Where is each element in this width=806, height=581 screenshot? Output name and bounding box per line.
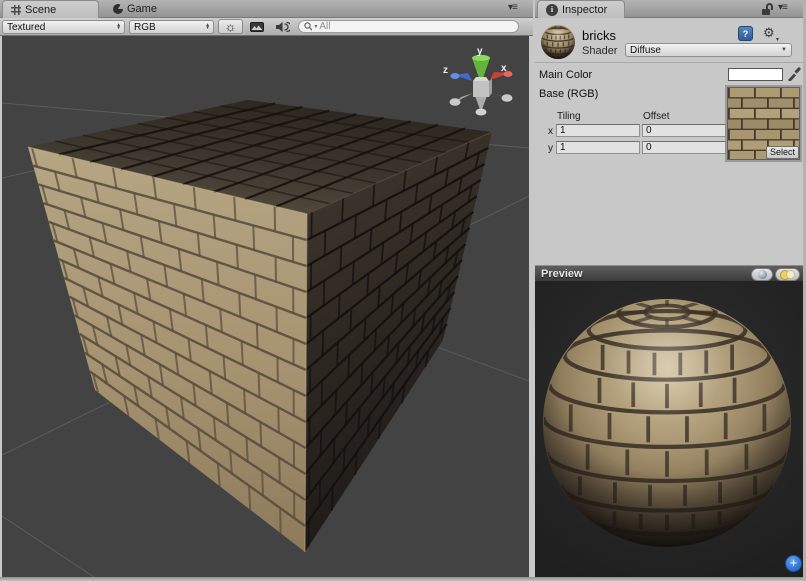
inspector-tabstrip: i Inspector ▾≡: [535, 0, 803, 18]
preview-area[interactable]: +: [535, 282, 803, 577]
scene-3d-canvas: y x z: [2, 36, 529, 577]
window-frame-bottom: [0, 577, 806, 581]
eyedropper-icon[interactable]: [787, 66, 801, 81]
skybox-fx-button[interactable]: [245, 19, 269, 34]
tiling-header: Tiling: [557, 111, 581, 122]
search-icon: [304, 22, 312, 31]
gizmo-z-label: z: [443, 65, 448, 76]
shader-dropdown[interactable]: Diffuse ▼: [625, 43, 792, 57]
game-icon: [113, 4, 123, 14]
shader-label: Shader: [582, 45, 617, 57]
gear-caret-icon: ▾: [776, 36, 779, 43]
gear-icon[interactable]: ⚙: [763, 26, 775, 39]
axis-gizmo[interactable]: y x z: [443, 46, 513, 116]
updown-arrows-icon: ▴▾: [206, 24, 209, 31]
base-texture-thumbnail[interactable]: Select: [727, 87, 800, 160]
dropdown-arrow-icon: ▼: [781, 47, 787, 53]
scene-grid-icon: [11, 5, 21, 15]
help-icon[interactable]: ?: [738, 26, 753, 41]
offset-x-input[interactable]: [642, 124, 726, 137]
lighting-toggle-button[interactable]: ☼: [218, 19, 243, 34]
search-filter-caret-icon[interactable]: ▾: [314, 23, 317, 30]
audio-toggle-button[interactable]: [270, 19, 294, 34]
gizmo-center-cube[interactable]: [473, 81, 489, 97]
preview-title: Preview: [541, 268, 583, 280]
tab-inspector-label: Inspector: [562, 4, 607, 16]
render-mode-dropdown[interactable]: Textured ▴▾: [2, 20, 125, 34]
select-texture-button[interactable]: Select: [766, 146, 799, 159]
main-color-label: Main Color: [539, 69, 592, 81]
material-sphere-thumbnail: [540, 24, 576, 60]
offset-header: Offset: [643, 111, 670, 122]
shader-value: Diffuse: [630, 45, 781, 56]
preview-sphere-render: [535, 282, 803, 577]
image-icon: [250, 22, 264, 32]
tab-scene[interactable]: Scene: [2, 0, 99, 18]
plus-icon[interactable]: +: [785, 555, 802, 572]
render-mode-value: Textured: [7, 22, 114, 33]
scene-tabstrip: Scene Game ▾≡: [0, 0, 533, 18]
material-inspector: bricks Shader Diffuse ▼ ? ⚙ ▾ Main Color…: [535, 18, 803, 265]
preview-lighting-button[interactable]: [775, 268, 800, 281]
scene-search-field[interactable]: ▾: [298, 20, 519, 33]
search-input[interactable]: [319, 21, 513, 32]
tiling-x-input[interactable]: [556, 124, 640, 137]
inspector-panel: i Inspector ▾≡ bricks Shader Diffuse ▼ ?…: [535, 0, 803, 581]
gizmo-y-label: y: [477, 46, 483, 57]
material-name: bricks: [582, 28, 616, 43]
preview-header[interactable]: Preview: [535, 265, 803, 282]
axis-x-label: x: [548, 126, 553, 137]
info-icon: i: [546, 4, 558, 16]
main-color-swatch[interactable]: [728, 68, 783, 81]
inspector-tab-menu-icon[interactable]: ▾≡: [778, 2, 787, 13]
tab-inspector[interactable]: i Inspector: [537, 0, 625, 18]
preview-model-button[interactable]: [751, 268, 773, 281]
sun-icon: ☼: [225, 20, 237, 33]
offset-y-input[interactable]: [642, 141, 726, 154]
channel-dropdown[interactable]: RGB ▴▾: [129, 20, 214, 34]
tab-game[interactable]: Game: [105, 0, 191, 18]
lock-icon[interactable]: [761, 3, 774, 15]
base-rgb-label: Base (RGB): [539, 88, 598, 100]
light-circle2-icon: [786, 270, 795, 279]
channel-value: RGB: [134, 22, 203, 33]
speaker-icon: [275, 21, 290, 33]
scene-toolbar: Textured ▴▾ RGB ▴▾ ☼: [0, 18, 533, 36]
scene-viewport[interactable]: y x z: [2, 36, 529, 577]
gizmo-x-label: x: [501, 63, 507, 74]
brick-cube[interactable]: [28, 100, 492, 552]
tab-game-label: Game: [127, 3, 157, 15]
tab-scene-label: Scene: [25, 4, 56, 16]
axis-y-label: y: [548, 143, 553, 154]
sphere-toggle-icon: [758, 270, 767, 279]
updown-arrows-icon: ▴▾: [117, 24, 120, 31]
scene-tab-menu-icon[interactable]: ▾≡: [508, 2, 517, 13]
scene-panel: Scene Game ▾≡ Textured ▴▾ RGB ▴▾ ☼: [0, 0, 533, 581]
tiling-y-input[interactable]: [556, 141, 640, 154]
